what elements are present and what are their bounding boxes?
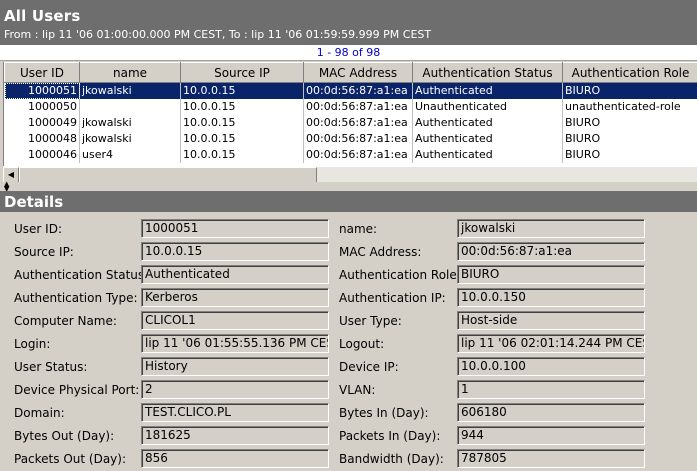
field-packets-out-day[interactable]: 856 [141,449,329,468]
field-bytes-in-day[interactable]: 606180 [457,403,645,422]
field-user-id[interactable]: 1000051 [141,219,329,238]
field-authentication-role[interactable]: BIURO [457,265,645,284]
table-row[interactable]: 1000049 jkowalski 10.0.0.15 00:0d:56:87:a1:… [4,114,697,131]
field-bandwidth-day[interactable]: 787805 [457,449,645,468]
label-name: name: [339,222,378,236]
pane-splitter[interactable]: ▲ ▼ [0,181,697,193]
column-header-auth-role[interactable]: Authentication Role [562,62,697,83]
cell-auth-status: Authenticated [412,82,563,99]
field-user-type[interactable]: Host-side [457,311,645,330]
details-title: Details [0,191,697,212]
table-row[interactable]: 1000046 user4 10.0.0.15 00:0d:56:87:a1:ea Au… [4,146,697,163]
label-bandwidth-day: Bandwidth (Day): [339,452,444,466]
field-computer-name[interactable]: CLICOL1 [141,311,329,330]
label-vlan: VLAN: [339,383,376,397]
field-logout[interactable]: lip 11 '06 02:01:14.244 PM CEST [457,334,645,353]
field-name[interactable]: jkowalski [457,219,645,238]
label-mac-address: MAC Address: [339,245,422,259]
label-logout: Logout: [339,337,385,351]
cell-user-id: 1000049 [4,114,80,131]
users-table: User ID name Source IP MAC Address Authe… [3,62,697,166]
cell-source-ip: 10.0.0.15 [180,130,304,147]
label-authentication-status: Authentication Status: [14,268,149,282]
label-packets-out-day: Packets Out (Day): [14,452,126,466]
page-title: All Users [4,7,81,25]
field-user-status[interactable]: History [141,357,329,376]
field-device-ip[interactable]: 10.0.0.100 [457,357,645,376]
field-authentication-ip[interactable]: 10.0.0.150 [457,288,645,307]
cell-auth-status: Unauthenticated [412,98,563,115]
label-user-id: User ID: [14,222,62,236]
label-authentication-type: Authentication Type: [14,291,138,305]
cell-auth-status: Authenticated [412,146,563,163]
all-users-header: All Users From : lip 11 '06 01:00:00.000… [0,0,697,45]
scrollbar-thumb[interactable] [19,167,317,183]
cell-name [79,98,181,115]
column-header-user-id[interactable]: User ID [4,62,80,83]
cell-source-ip: 10.0.0.15 [180,114,304,131]
cell-user-id: 1000050 [4,98,80,115]
cell-auth-status: Authenticated [412,114,563,131]
cell-mac-address: 00:0d:56:87:a1:ea [303,130,413,147]
table-header-row: User ID name Source IP MAC Address Authe… [4,62,697,83]
cell-name: jkowalski [79,82,181,99]
label-user-status: User Status: [14,360,88,374]
cell-source-ip: 10.0.0.15 [180,98,304,115]
cell-auth-role: BIURO [562,82,697,99]
field-source-ip[interactable]: 10.0.0.15 [141,242,329,261]
field-packets-in-day[interactable]: 944 [457,426,645,445]
cell-mac-address: 00:0d:56:87:a1:ea [303,114,413,131]
details-panel: User ID: 1000051 Source IP: 10.0.0.15 Authen… [0,212,697,471]
label-device-physical-port: Device Physical Port: [14,383,140,397]
label-packets-in-day: Packets In (Day): [339,429,441,443]
label-authentication-role: Authentication Role: [339,268,461,282]
cell-name: user4 [79,146,181,163]
column-header-source-ip[interactable]: Source IP [180,62,304,83]
field-authentication-status[interactable]: Authenticated [141,265,329,284]
cell-auth-status: Authenticated [412,130,563,147]
table-row[interactable]: 1000050 10.0.0.15 00:0d:56:87:a1:ea Unauthe… [4,98,697,115]
cell-mac-address: 00:0d:56:87:a1:ea [303,146,413,163]
cell-mac-address: 00:0d:56:87:a1:ea [303,98,413,115]
label-bytes-out-day: Bytes Out (Day): [14,429,115,443]
cell-user-id: 1000048 [4,130,80,147]
label-bytes-in-day: Bytes In (Day): [339,406,429,420]
label-user-type: User Type: [339,314,402,328]
label-device-ip: Device IP: [339,360,399,374]
cell-auth-role: BIURO [562,130,697,147]
cell-name: jkowalski [79,114,181,131]
column-header-mac-address[interactable]: MAC Address [303,62,413,83]
cell-user-id: 1000051 [4,82,80,99]
label-authentication-ip: Authentication IP: [339,291,446,305]
label-domain: Domain: [14,406,65,420]
field-vlan[interactable]: 1 [457,380,645,399]
label-computer-name: Computer Name: [14,314,117,328]
label-login: Login: [14,337,51,351]
column-header-auth-status[interactable]: Authentication Status [412,62,563,83]
field-mac-address[interactable]: 00:0d:56:87:a1:ea [457,242,645,261]
field-bytes-out-day[interactable]: 181625 [141,426,329,445]
cell-auth-role: BIURO [562,146,697,163]
cell-source-ip: 10.0.0.15 [180,146,304,163]
field-authentication-type[interactable]: Kerberos [141,288,329,307]
cell-mac-address: 00:0d:56:87:a1:ea [303,82,413,99]
label-source-ip: Source IP: [14,245,74,259]
table-row[interactable]: 1000051 jkowalski 10.0.0.15 00:0d:56:87:a1:… [4,82,697,99]
cell-user-id: 1000046 [4,146,80,163]
field-login[interactable]: lip 11 '06 01:55:55.136 PM CEST [141,334,329,353]
cell-auth-role: BIURO [562,114,697,131]
field-domain[interactable]: TEST.CLICO.PL [141,403,329,422]
field-device-physical-port[interactable]: 2 [141,380,329,399]
cell-auth-role: unauthenticated-role [562,98,697,115]
cell-source-ip: 10.0.0.15 [180,82,304,99]
table-row[interactable]: 1000048 jkowalski 10.0.0.15 00:0d:56:87:a1:… [4,130,697,147]
column-header-name[interactable]: name [79,62,181,83]
pagination-link[interactable]: 1 - 98 of 98 [0,45,697,61]
time-range: From : lip 11 '06 01:00:00.000 PM CEST, … [4,28,432,41]
horizontal-scrollbar[interactable]: ◀ [3,166,697,183]
cell-name: jkowalski [79,130,181,147]
